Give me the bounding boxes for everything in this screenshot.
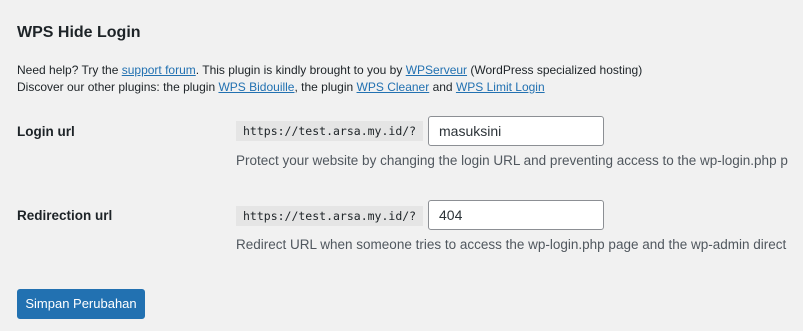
help-line-1: Need help? Try the support forum. This p…	[17, 62, 642, 79]
settings-panel: WPS Hide Login Need help? Try the suppor…	[0, 0, 803, 331]
help-line1-prefix: Need help? Try the	[17, 63, 122, 77]
help-line2-and: and	[429, 80, 456, 94]
wps-cleaner-link[interactable]: WPS Cleaner	[357, 80, 430, 94]
help-line1-middle: . This plugin is kindly brought to you b…	[195, 63, 406, 77]
redirection-url-label: Redirection url	[17, 208, 113, 223]
login-url-input[interactable]	[428, 116, 604, 146]
login-url-prefix: https://test.arsa.my.id/?	[236, 121, 424, 141]
section-title: WPS Hide Login	[17, 24, 141, 41]
wpserveur-link[interactable]: WPServeur	[406, 63, 467, 77]
help-text: Need help? Try the support forum. This p…	[17, 62, 642, 96]
help-line2-prefix: Discover our other plugins: the plugin	[17, 80, 219, 94]
redirection-url-description: Redirect URL when someone tries to acces…	[236, 237, 787, 252]
help-line1-suffix: (WordPress specialized hosting)	[467, 63, 643, 77]
wps-limit-login-link[interactable]: WPS Limit Login	[456, 80, 545, 94]
support-forum-link[interactable]: support forum	[122, 63, 196, 77]
help-line2-middle: , the plugin	[294, 80, 357, 94]
redirection-url-input[interactable]	[428, 200, 604, 230]
login-url-description: Protect your website by changing the log…	[236, 153, 788, 168]
wps-bidouille-link[interactable]: WPS Bidouille	[218, 80, 294, 94]
help-line-2: Discover our other plugins: the plugin W…	[17, 79, 642, 96]
redirection-url-prefix: https://test.arsa.my.id/?	[236, 206, 424, 226]
save-changes-button[interactable]: Simpan Perubahan	[17, 289, 145, 319]
login-url-label: Login url	[17, 124, 75, 139]
